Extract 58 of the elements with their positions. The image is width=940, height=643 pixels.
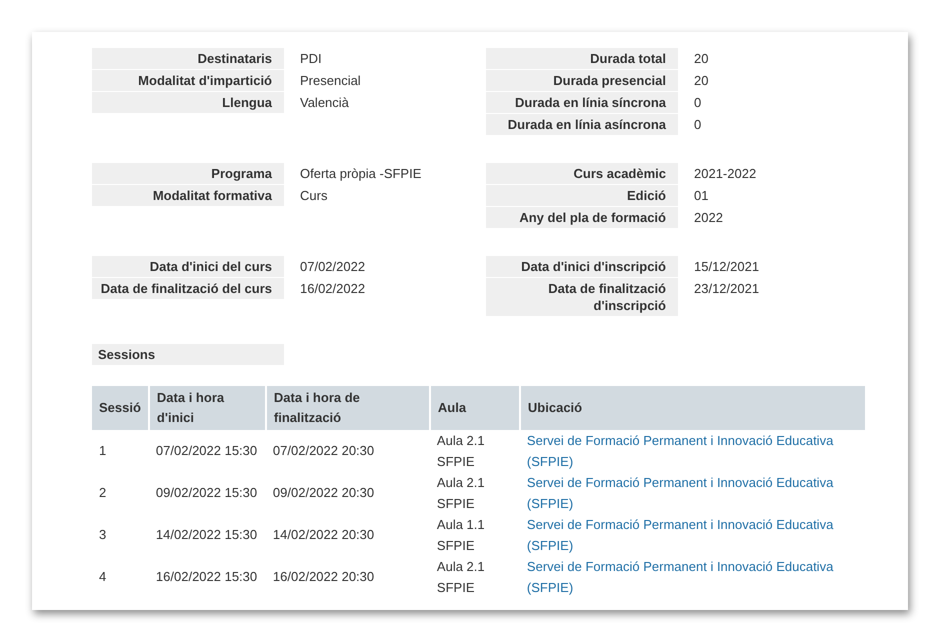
table-cell-text: 14/02/2022 20:30 xyxy=(272,526,376,544)
field-value: Valencià xyxy=(300,94,350,112)
location-link[interactable]: Servei de Formació Permanent i Innovació Educativa (SFPIE) xyxy=(526,431,847,472)
table-cell: 07/02/2022 15:30 xyxy=(148,430,266,472)
table-cell-text: Aula 2.1 SFPIE xyxy=(436,474,486,512)
table-cell-text: 09/02/2022 20:30 xyxy=(272,484,376,502)
table-cell-text: Aula 2.1 SFPIE xyxy=(436,558,486,596)
field-label: Destinataris xyxy=(92,48,284,69)
table-cell: Aula 2.1 SFPIE xyxy=(430,430,520,472)
field-value: 15/12/2021 xyxy=(694,258,760,276)
field-label: Llengua xyxy=(92,92,284,113)
field-value: 01 xyxy=(694,187,710,205)
table-cell-text: 2 xyxy=(98,484,108,502)
table-cell-text: 16/02/2022 20:30 xyxy=(272,568,376,586)
field-value: 2022 xyxy=(694,209,724,227)
field-value: 2021-2022 xyxy=(694,165,756,183)
field-label: Durada en línia asíncrona xyxy=(486,114,678,135)
location-link[interactable]: Servei de Formació Permanent i Innovació Educativa (SFPIE) xyxy=(526,557,847,598)
field-value: Presencial xyxy=(300,72,362,90)
field-label: Edició xyxy=(486,185,678,206)
column-header: Aula xyxy=(430,386,520,430)
field-value: 0 xyxy=(694,94,702,112)
column-header: Data i hora d'inici xyxy=(148,386,266,430)
table-cell-text: 09/02/2022 15:30 xyxy=(154,484,258,502)
field-label: Data de finalització del curs xyxy=(92,278,284,299)
table-cell: 1 xyxy=(92,430,149,472)
field-label: Modalitat formativa xyxy=(92,185,284,206)
table-cell-text: 16/02/2022 15:30 xyxy=(154,568,258,586)
field-label: Curs acadèmic xyxy=(486,163,678,184)
field-label: Durada en línia síncrona xyxy=(486,92,678,113)
field-value: 0 xyxy=(694,116,702,134)
section-heading: Sessions xyxy=(92,344,284,365)
column-header: Ubicació xyxy=(520,386,865,430)
table-cell-text: 14/02/2022 15:30 xyxy=(154,526,258,544)
field-value: Curs xyxy=(300,187,328,205)
field-value: 20 xyxy=(694,72,708,90)
field-label: Programa xyxy=(92,163,284,184)
field-label: Data d'inici del curs xyxy=(92,256,284,277)
table-cell: 07/02/2022 20:30 xyxy=(266,430,430,472)
field-label: Durada presencial xyxy=(486,70,678,91)
field-label: Data de finalització d'inscripció xyxy=(486,278,678,316)
table-cell-text: Aula 1.1 SFPIE xyxy=(436,516,486,554)
table-cell-text: 3 xyxy=(98,526,108,544)
field-value: 07/02/2022 xyxy=(300,258,366,276)
field-value: 20 xyxy=(694,50,708,68)
field-label: Data d'inici d'inscripció xyxy=(486,256,678,277)
column-header: Data i hora de finalització xyxy=(266,386,430,430)
field-value: 16/02/2022 xyxy=(300,280,366,298)
column-header: Sessió xyxy=(92,386,149,430)
field-value: 23/12/2021 xyxy=(694,280,760,298)
location-link[interactable]: Servei de Formació Permanent i Innovació Educativa (SFPIE) xyxy=(526,515,847,556)
location-link[interactable]: Servei de Formació Permanent i Innovació Educativa (SFPIE) xyxy=(526,473,847,514)
table-cell-text: 4 xyxy=(98,568,108,586)
field-label: Modalitat d'impartició xyxy=(92,70,284,91)
field-value: PDI xyxy=(300,50,323,68)
field-label: Any del pla de formació xyxy=(486,207,678,228)
field-label: Durada total xyxy=(486,48,678,69)
field-value: Oferta pròpia -SFPIE xyxy=(300,165,422,183)
